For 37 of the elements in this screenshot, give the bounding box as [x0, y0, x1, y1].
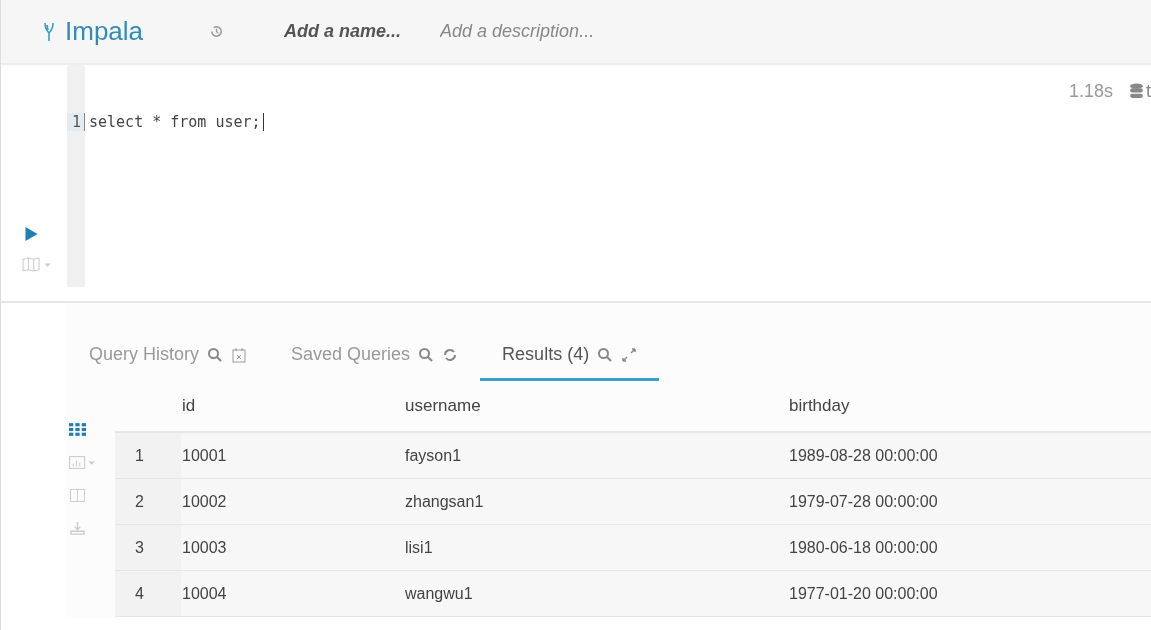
- table-cell: 1977-01-20 00:00:00: [789, 584, 938, 602]
- row-number: 1: [135, 446, 144, 464]
- column-header[interactable]: birthday: [789, 396, 850, 415]
- antler-icon: [43, 21, 55, 42]
- refresh-icon[interactable]: [442, 346, 459, 363]
- table-cell: 1980-06-18 00:00:00: [789, 538, 938, 556]
- play-icon[interactable]: [25, 227, 38, 241]
- search-icon[interactable]: [418, 346, 435, 363]
- tab[interactable]: Results (4): [480, 331, 660, 381]
- name-field[interactable]: Add a name...: [282, 20, 427, 43]
- search-icon[interactable]: [207, 346, 224, 363]
- expand-icon[interactable]: [621, 346, 638, 363]
- column-header[interactable]: id: [182, 396, 196, 415]
- table-cell: 10003: [182, 538, 227, 556]
- row-number: 4: [135, 584, 144, 602]
- row-number: 2: [135, 492, 144, 510]
- table-cell: 1989-08-28 00:00:00: [789, 446, 938, 464]
- line-number: 1: [67, 113, 85, 131]
- table-cell: 10002: [182, 492, 227, 510]
- search-icon[interactable]: [597, 346, 614, 363]
- table-cell: 10004: [182, 584, 227, 602]
- calendar-icon[interactable]: [231, 346, 248, 363]
- row-number: 3: [135, 538, 144, 556]
- history-icon[interactable]: [209, 24, 225, 39]
- database-icon[interactable]: [1129, 83, 1144, 100]
- table-cell: 10001: [182, 446, 227, 464]
- table-cell: fayson1: [405, 446, 462, 464]
- column-header[interactable]: username: [405, 396, 481, 415]
- table-cell: zhangsan1: [405, 492, 484, 510]
- grid-icon[interactable]: [69, 423, 86, 436]
- table-cell: lisi1: [405, 538, 433, 556]
- duration-text: 1.18s: [1068, 81, 1113, 102]
- database-label[interactable]: t: [1146, 81, 1151, 102]
- app-name: Impala: [65, 16, 144, 47]
- table-cell: 1979-07-28 00:00:00: [789, 492, 938, 510]
- table-cell: wangwu1: [405, 584, 473, 602]
- code-line[interactable]: select * from user;: [85, 113, 264, 131]
